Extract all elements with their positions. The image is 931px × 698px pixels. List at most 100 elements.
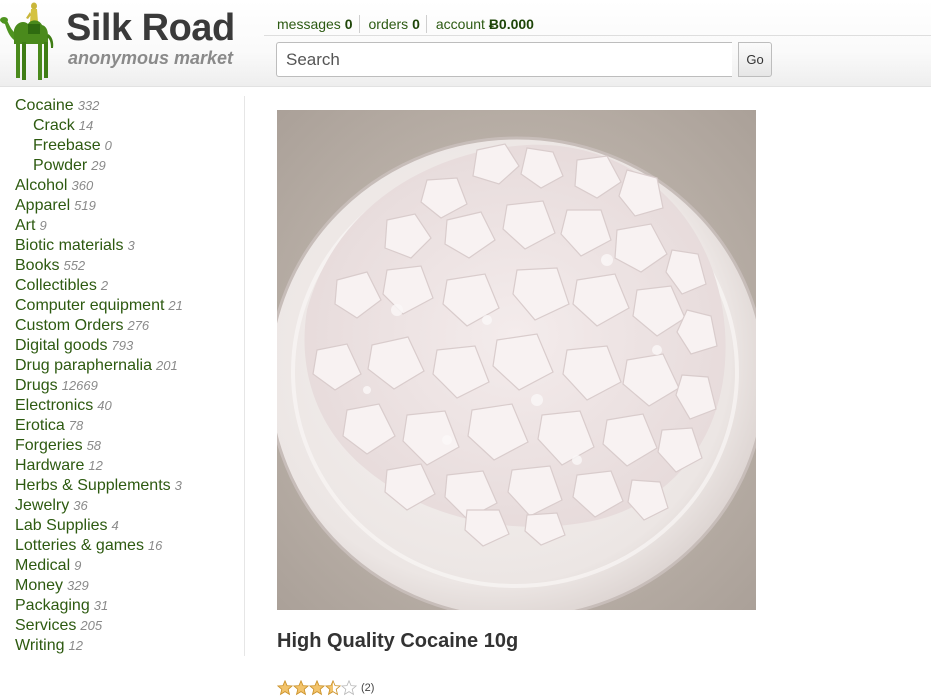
category-label: Collectibles [15, 277, 97, 294]
category-label: Writing [15, 637, 65, 654]
category-count: 9 [74, 558, 82, 573]
category-label: Herbs & Supplements [15, 477, 171, 494]
category-computer-equipment[interactable]: Computer equipment 21 [15, 296, 183, 316]
star-full-icon [277, 679, 293, 696]
category-label: Drugs [15, 377, 58, 394]
orders-count: 0 [412, 16, 420, 32]
category-count: 31 [93, 598, 109, 613]
category-cocaine[interactable]: Cocaine 332 [15, 96, 99, 116]
category-electronics[interactable]: Electronics 40 [15, 396, 112, 416]
category-count: 205 [80, 618, 103, 633]
category-label: Powder [33, 157, 88, 174]
go-button[interactable]: Go [738, 42, 772, 77]
category-count: 3 [127, 238, 135, 253]
site-header: Silk Road anonymous market messages 0 ord… [0, 0, 931, 87]
product-title: High Quality Cocaine 10g [277, 630, 519, 652]
subcategory-freebase[interactable]: Freebase 0 [33, 136, 112, 156]
category-count: 201 [155, 358, 178, 373]
category-label: Digital goods [15, 337, 108, 354]
product-rating: (2) [277, 679, 374, 697]
category-erotica[interactable]: Erotica 78 [15, 416, 83, 436]
star-empty-icon [341, 679, 357, 696]
category-biotic-materials[interactable]: Biotic materials 3 [15, 236, 135, 256]
category-count: 12 [68, 638, 83, 653]
category-alcohol[interactable]: Alcohol 360 [15, 176, 93, 196]
category-count: 14 [78, 118, 94, 133]
category-services[interactable]: Services 205 [15, 616, 102, 636]
product-image[interactable] [277, 110, 756, 610]
category-label: Drug paraphernalia [15, 357, 152, 374]
logo[interactable]: Silk Road anonymous market [0, 0, 250, 86]
rating-count[interactable]: (2) [361, 682, 374, 694]
category-digital-goods[interactable]: Digital goods 793 [15, 336, 133, 356]
category-label: Lab Supplies [15, 517, 108, 534]
category-count: 9 [39, 218, 47, 233]
category-label: Freebase [33, 137, 101, 154]
category-label: Computer equipment [15, 297, 165, 314]
category-art[interactable]: Art 9 [15, 216, 47, 236]
category-label: Electronics [15, 397, 94, 414]
category-lotteries-games[interactable]: Lotteries & games 16 [15, 536, 162, 556]
category-label: Art [15, 217, 36, 234]
account-balance: Ƀ0.000 [488, 16, 534, 32]
category-writing[interactable]: Writing 12 [15, 636, 83, 656]
category-count: 0 [104, 138, 112, 153]
subcategory-powder[interactable]: Powder 29 [33, 156, 106, 176]
category-medical[interactable]: Medical 9 [15, 556, 81, 576]
subcategory-crack[interactable]: Crack 14 [33, 116, 93, 136]
header-divider [264, 35, 931, 36]
category-apparel[interactable]: Apparel 519 [15, 196, 96, 216]
category-label: Packaging [15, 597, 90, 614]
category-count: 2 [100, 278, 109, 293]
category-money[interactable]: Money 329 [15, 576, 89, 596]
category-count: 552 [63, 258, 86, 273]
category-collectibles[interactable]: Collectibles 2 [15, 276, 108, 296]
category-packaging[interactable]: Packaging 31 [15, 596, 108, 616]
category-custom-orders[interactable]: Custom Orders 276 [15, 316, 149, 336]
orders-link[interactable]: orders 0 [358, 15, 426, 33]
category-lab-supplies[interactable]: Lab Supplies 4 [15, 516, 119, 536]
category-drugs[interactable]: Drugs 12669 [15, 376, 98, 396]
category-jewelry[interactable]: Jewelry 36 [15, 496, 88, 516]
product-photo-illustration [277, 110, 756, 610]
star-full-icon [293, 679, 309, 696]
category-label: Alcohol [15, 177, 68, 194]
category-label: Jewelry [15, 497, 70, 514]
category-label: Apparel [15, 197, 71, 214]
category-count: 519 [74, 198, 96, 213]
category-label: Cocaine [15, 97, 74, 114]
category-count: 36 [73, 498, 88, 513]
category-count: 40 [97, 398, 112, 413]
category-count: 332 [77, 98, 100, 113]
messages-count: 0 [344, 16, 353, 32]
camel-logo-icon [0, 2, 54, 80]
category-label: Hardware [15, 457, 85, 474]
orders-label: orders [368, 16, 409, 32]
category-drug-paraphernalia[interactable]: Drug paraphernalia 201 [15, 356, 178, 376]
category-herbs-supplements[interactable]: Herbs & Supplements 3 [15, 476, 182, 496]
category-count: 3 [174, 478, 182, 493]
category-count: 12669 [61, 378, 98, 393]
category-label: Money [15, 577, 64, 594]
category-count: 78 [68, 418, 84, 433]
category-count: 329 [67, 578, 89, 593]
category-label: Erotica [15, 417, 65, 434]
account-label: account [435, 16, 485, 32]
brand-title: Silk Road [66, 7, 235, 49]
category-forgeries[interactable]: Forgeries 58 [15, 436, 101, 456]
category-label: Lotteries & games [15, 537, 144, 554]
category-count: 793 [111, 338, 134, 353]
category-label: Custom Orders [15, 317, 124, 334]
star-half-icon [325, 679, 341, 696]
category-count: 58 [86, 438, 102, 453]
category-hardware[interactable]: Hardware 12 [15, 456, 103, 476]
category-label: Books [15, 257, 60, 274]
search-input[interactable] [276, 42, 732, 77]
messages-link[interactable]: messages 0 [277, 15, 359, 33]
category-label: Services [15, 617, 77, 634]
messages-label: messages [277, 16, 341, 32]
category-count: 29 [91, 158, 106, 173]
category-books[interactable]: Books 552 [15, 256, 85, 276]
account-link[interactable]: account Ƀ0.000 [425, 15, 540, 33]
category-label: Forgeries [15, 437, 83, 454]
